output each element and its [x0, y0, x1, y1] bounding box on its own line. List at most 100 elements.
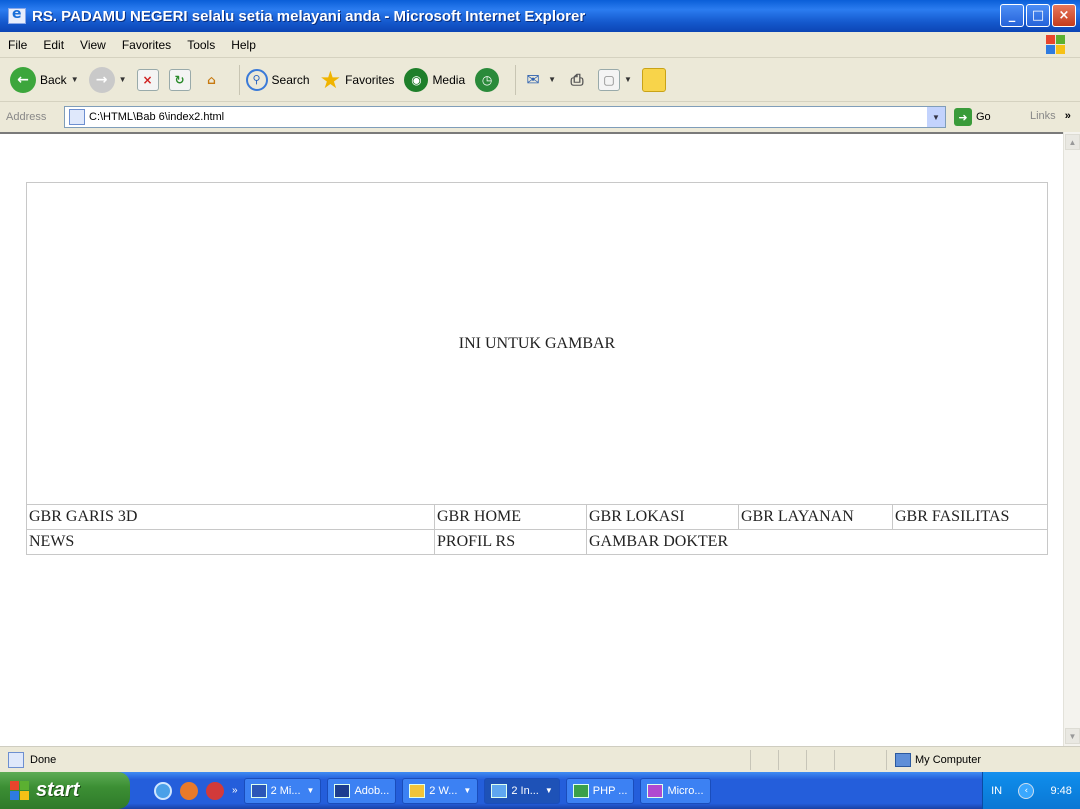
clock: 9:48 [1050, 784, 1072, 797]
title-bar: RS. PADAMU NEGERI selalu setia melayani … [0, 0, 1080, 32]
maximize-button[interactable]: □ [1026, 4, 1050, 27]
edit-dropdown-icon[interactable]: ▼ [624, 75, 632, 84]
toolbar-separator [238, 64, 240, 95]
links-button[interactable]: Links » [1030, 110, 1071, 122]
page-icon [69, 109, 85, 125]
window-title: RS. PADAMU NEGERI selalu setia melayani … [32, 7, 586, 25]
cell-gbr-garis-3d: GBR GARIS 3D [26, 504, 435, 530]
menu-edit[interactable]: Edit [35, 38, 72, 52]
status-text: Done [30, 753, 57, 766]
windows-logo-icon [1046, 35, 1066, 55]
scroll-up-icon[interactable]: ▲ [1065, 134, 1080, 150]
menu-file[interactable]: File [0, 38, 35, 52]
word-icon [250, 783, 267, 798]
micro-icon [647, 783, 664, 798]
menu-view[interactable]: View [72, 38, 114, 52]
zone-label: My Computer [915, 754, 982, 766]
task-internet-explorer[interactable]: 2 In... ▼ [484, 777, 560, 804]
toolbar-separator [515, 64, 517, 95]
menu-bar: File Edit View Favorites Tools Help [0, 32, 1080, 58]
task-adobe[interactable]: Adob... [327, 777, 397, 804]
status-pane [750, 750, 778, 770]
cell-profil-rs: PROFIL RS [434, 529, 587, 555]
opera-quicklaunch-icon[interactable] [206, 781, 224, 800]
cell-news: NEWS [26, 529, 435, 555]
address-label: Address [6, 111, 47, 123]
back-label: Back [40, 72, 67, 87]
print-icon: ⎙ [570, 69, 584, 89]
refresh-button[interactable]: ↻ [168, 68, 191, 91]
media-button[interactable]: ◉ Media [404, 67, 465, 92]
taskbar: start » 2 Mi... ▼ Adob... 2 W... ▼ 2 In.… [0, 772, 1080, 809]
menu-tools[interactable]: Tools [179, 38, 223, 52]
cell-gbr-lokasi: GBR LOKASI [586, 504, 739, 530]
folder-icon [409, 783, 426, 798]
edit-button[interactable]: ▢ ▼ [598, 68, 632, 91]
status-pane [806, 750, 834, 770]
task-dropdown-icon: ▼ [544, 786, 553, 795]
forward-dropdown-icon[interactable]: ▼ [119, 75, 127, 84]
address-dropdown-icon[interactable]: ▼ [927, 107, 945, 127]
task-label: 2 W... [429, 784, 458, 797]
task-micro[interactable]: Micro... [640, 777, 711, 804]
messenger-button[interactable] [641, 67, 666, 92]
windows-flag-icon [10, 780, 30, 801]
task-label: PHP ... [592, 784, 628, 797]
forward-button[interactable]: → ▼ [88, 66, 127, 93]
cell-gambar-dokter: GAMBAR DOKTER [586, 529, 1048, 555]
vertical-scrollbar[interactable]: ▲ ▼ [1063, 132, 1080, 746]
back-dropdown-icon[interactable]: ▼ [71, 75, 79, 84]
favorites-button[interactable]: ★ Favorites [320, 66, 395, 94]
close-button[interactable]: × [1052, 4, 1076, 27]
standard-toolbar: ← Back ▼ → ▼ × ↻ ⌂ ⚲ Search ★ Favorites … [0, 58, 1080, 102]
task-dropdown-icon: ▼ [306, 786, 315, 795]
start-button[interactable]: start [0, 772, 130, 809]
task-php[interactable]: PHP ... [565, 777, 635, 804]
quicklaunch-more-icon[interactable]: » [232, 785, 238, 796]
stop-button[interactable]: × [136, 68, 159, 91]
task-dropdown-icon: ▼ [463, 786, 472, 795]
links-more-icon: » [1064, 110, 1071, 122]
firefox-quicklaunch-icon[interactable] [180, 781, 198, 800]
window-controls: _ □ × [1000, 4, 1076, 27]
go-label: Go [976, 111, 991, 123]
task-word[interactable]: 2 Mi... ▼ [243, 777, 322, 804]
table-row: GBR GARIS 3D GBR HOME GBR LOKASI GBR LAY… [26, 504, 1048, 530]
history-button[interactable]: ◷ [475, 67, 500, 92]
back-button[interactable]: ← Back ▼ [10, 66, 79, 93]
cell-gbr-fasilitas: GBR FASILITAS [892, 504, 1048, 530]
minimize-button[interactable]: _ [1000, 4, 1024, 27]
links-label: Links [1030, 110, 1056, 122]
banner-row: INI UNTUK GAMBAR [26, 182, 1048, 505]
mail-icon: ✉ [526, 70, 540, 89]
menu-help[interactable]: Help [223, 38, 264, 52]
scroll-down-icon[interactable]: ▼ [1065, 728, 1080, 744]
address-bar: Address C:\HTML\Bab 6\index2.html ▼ ➜ Go… [0, 102, 1080, 132]
search-label: Search [271, 72, 310, 87]
language-indicator[interactable]: IN [991, 785, 1002, 797]
table-row: NEWS PROFIL RS GAMBAR DOKTER [26, 529, 1048, 555]
status-panes [750, 750, 862, 770]
stop-icon: × [136, 68, 159, 91]
history-icon: ◷ [475, 67, 500, 92]
search-button[interactable]: ⚲ Search [245, 68, 310, 91]
forward-arrow-icon: → [88, 66, 115, 93]
php-icon [572, 783, 589, 798]
ie-icon [8, 6, 26, 24]
go-button[interactable]: ➜ Go [954, 108, 991, 126]
home-button[interactable]: ⌂ [201, 69, 223, 91]
task-explorer[interactable]: 2 W... ▼ [402, 777, 479, 804]
task-label: Micro... [667, 784, 704, 797]
ie-quicklaunch-icon[interactable] [154, 781, 172, 800]
page-done-icon [8, 751, 24, 768]
menu-favorites[interactable]: Favorites [114, 38, 179, 52]
my-computer-icon [895, 753, 911, 767]
print-button[interactable]: ⎙ [566, 69, 588, 91]
mail-dropdown-icon[interactable]: ▼ [548, 75, 556, 84]
page-content: INI UNTUK GAMBAR GBR GARIS 3D GBR HOME G… [0, 132, 1080, 746]
address-input[interactable]: C:\HTML\Bab 6\index2.html ▼ [64, 106, 946, 128]
mail-button[interactable]: ✉ ▼ [522, 69, 556, 91]
status-bar: Done My Computer [0, 746, 1080, 772]
system-tray: IN ‹ 9:48 [982, 772, 1080, 809]
tray-expand-icon[interactable]: ‹ [1018, 782, 1035, 799]
